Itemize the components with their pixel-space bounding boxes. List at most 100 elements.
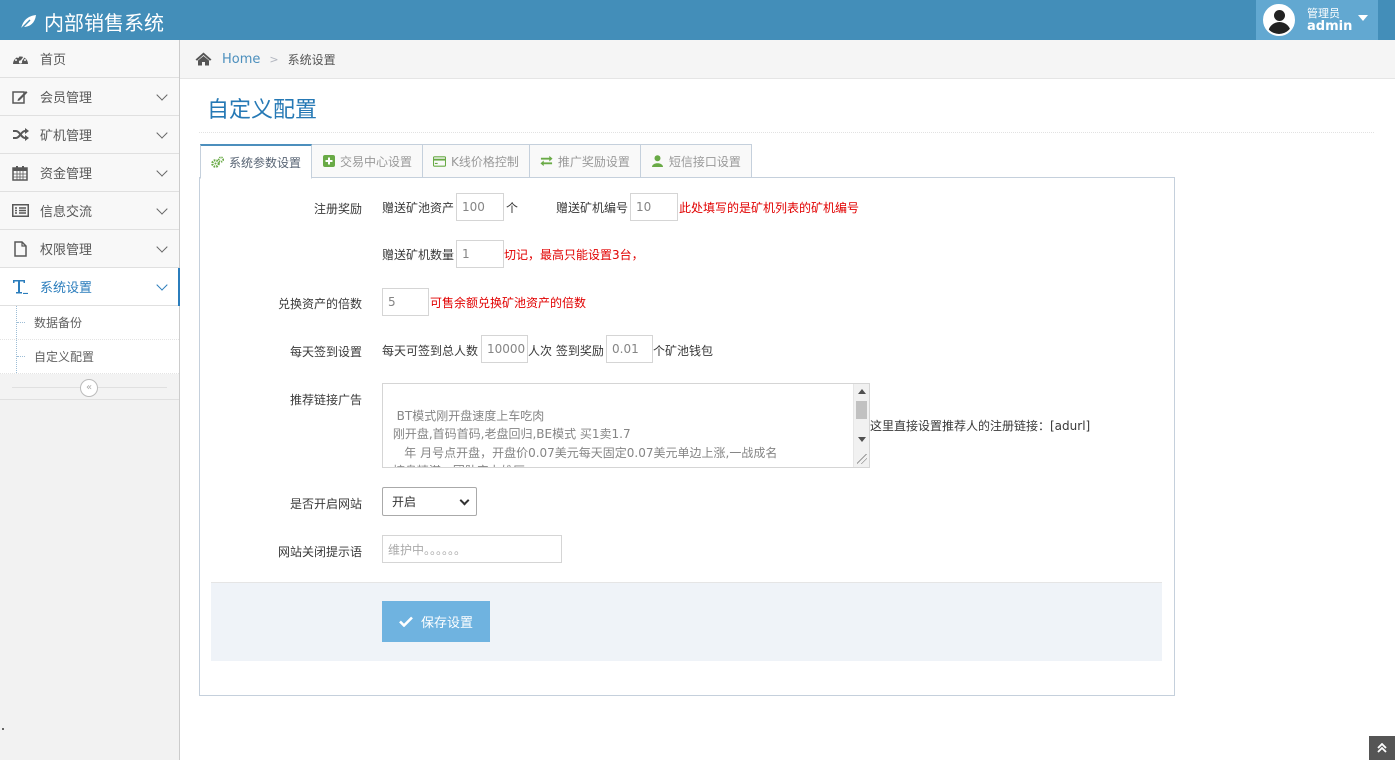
gift-count-input[interactable]: 1 [456,240,504,268]
tab-sms-api[interactable]: 短信接口设置 [639,144,752,178]
breadcrumb-home-link[interactable]: Home [222,52,260,67]
chevron-down-icon [156,241,168,253]
scroll-up-arrow-icon [858,389,866,394]
cursor-mark [2,728,4,730]
tab-label: 短信接口设置 [668,154,741,169]
gift-asset-unit: 个 [506,201,519,215]
exchange-multiplier-label: 兑换资产的倍数 [277,297,362,311]
gift-machine-hint: 此处填写的是矿机列表的矿机编号 [679,201,860,215]
chevron-down-icon [459,495,470,506]
ad-textarea-content: BT模式刚开盘速度上车吃肉 刚开盘,首码首码,老盘回归,BE模式 买1卖1.7 … [392,408,778,468]
chevron-down-icon [156,127,168,139]
site-open-value: 开启 [392,495,417,509]
sidebar-item-label: 首页 [40,53,67,68]
double-chevron-up-icon [1377,743,1387,753]
sidebar-item-label: 信息交流 [40,205,93,220]
close-message-input[interactable]: 维护中。。。。。。 [382,535,562,563]
text-icon [11,279,29,295]
dashboard-icon [11,51,29,67]
sidebar-item-machines[interactable]: 矿机管理 [0,116,179,154]
signin-total-label: 每天可签到总人数 [382,344,479,358]
close-message-label: 网站关闭提示语 [277,545,362,559]
credit-card-icon [433,155,447,168]
save-button[interactable]: 保存设置 [382,601,490,642]
ad-textarea[interactable]: BT模式刚开盘速度上车吃肉 刚开盘,首码首码,老盘回归,BE模式 买1卖1.7 … [382,383,870,468]
sidebar-item-label: 资金管理 [40,167,93,182]
cogs-icon [211,155,224,169]
scroll-down-arrow-icon [858,437,866,442]
calendar-icon [11,165,29,181]
save-button-label: 保存设置 [420,616,473,631]
gift-asset-input[interactable]: 100 [456,193,504,221]
site-open-label: 是否开启网站 [289,497,362,511]
chevron-down-icon [156,89,168,101]
tab-system-params[interactable]: 系统参数设置 [200,144,313,179]
leaf-icon [19,14,36,31]
avatar [1263,4,1295,36]
plus-square-icon [322,155,335,168]
tab-label: 交易中心设置 [340,154,413,169]
signin-total-unit: 人次 签到奖励 [528,344,604,358]
sidebar-item-label: 矿机管理 [40,129,93,144]
sidebar-item-label: 系统设置 [40,281,93,296]
sidebar-subitem-backup[interactable]: 数据备份 [0,306,179,340]
check-icon [399,616,413,627]
tab-bar: 系统参数设置 交易中心设置 K线价格控制 推广奖励设置 短信接口设置 [200,144,752,179]
textarea-scrollbar[interactable] [853,384,869,467]
tab-label: 推广奖励设置 [557,154,630,169]
top-navbar: 内部销售系统 管理员 admin [0,0,1395,40]
gift-count-label: 赠送矿机数量 [382,248,455,262]
double-chevron-left-icon[interactable]: « [80,379,98,397]
chevron-down-icon [156,165,168,177]
gift-asset-label: 赠送矿池资产 [382,201,455,215]
gift-machine-label: 赠送矿机编号 [556,201,629,215]
sidebar-item-home[interactable]: 首页 [0,40,179,78]
ad-link-hint: 这里直接设置推荐人的注册链接：[adurl] [870,419,1091,433]
home-icon [195,52,212,66]
user-name: admin [1307,19,1353,34]
tab-trade-center[interactable]: 交易中心设置 [311,144,424,178]
ad-link-label: 推荐链接广告 [289,393,362,407]
sidebar-item-label: 会员管理 [40,91,93,106]
user-menu[interactable]: 管理员 admin [1256,0,1378,40]
tab-label: 系统参数设置 [229,155,302,170]
caret-down-icon [1358,15,1368,21]
brand[interactable]: 内部销售系统 [18,7,164,36]
sidebar: 首页 会员管理 矿机管理 资金管理 信息交流 权限管理 系统设置 数据备份 自定… [0,40,180,760]
chevron-down-icon [156,279,168,291]
tab-promo-rewards[interactable]: 推广奖励设置 [528,144,641,178]
sidebar-collapse-bar: « [0,374,179,400]
sidebar-item-label: 权限管理 [40,243,93,258]
divider [199,132,1374,133]
signin-label: 每天签到设置 [289,345,362,359]
sidebar-item-funds[interactable]: 资金管理 [0,154,179,192]
sidebar-item-permissions[interactable]: 权限管理 [0,230,179,268]
breadcrumb: Home > 系统设置 [180,40,1395,79]
sidebar-item-messages[interactable]: 信息交流 [0,192,179,230]
signin-reward-input[interactable]: 0.01 [606,335,653,363]
gift-machine-input[interactable]: 10 [630,193,678,221]
signin-total-input[interactable]: 10000 [481,335,528,363]
user-icon [651,155,664,168]
site-open-select[interactable]: 开启 [382,487,477,516]
exchange-multiplier-hint: 可售余额兑换矿池资产的倍数 [430,296,587,310]
breadcrumb-current: 系统设置 [287,52,336,67]
breadcrumb-separator-icon: > [269,52,279,66]
exchange-multiplier-input[interactable]: 5 [382,288,429,316]
sidebar-item-system-settings[interactable]: 系统设置 [0,268,180,306]
gift-count-hint: 切记，最高只能设置3台， [504,248,644,262]
scroll-thumb[interactable] [856,401,867,419]
sidebar-item-members[interactable]: 会员管理 [0,78,179,116]
signin-reward-unit: 个矿池钱包 [653,344,714,358]
sidebar-subitem-custom-config[interactable]: 自定义配置 [0,340,179,374]
register-reward-label: 注册奖励 [313,202,362,216]
form-actions [211,582,1162,661]
list-icon [11,203,29,219]
tab-label: K线价格控制 [451,154,519,169]
brand-title: 内部销售系统 [44,11,164,35]
chevron-down-icon [156,203,168,215]
tab-kline-control[interactable]: K线价格控制 [422,144,530,178]
scroll-to-top-button[interactable] [1369,736,1395,760]
edit-icon [11,89,29,105]
resize-grip-icon[interactable] [857,454,867,464]
